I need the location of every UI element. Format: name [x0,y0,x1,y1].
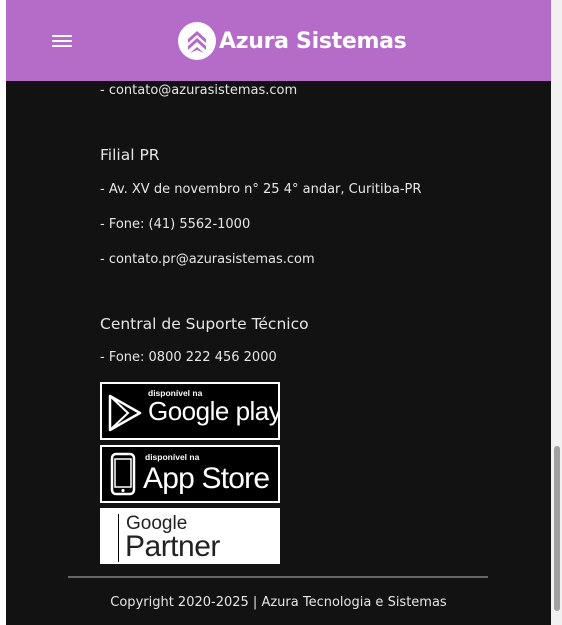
google-play-badge[interactable]: disponível na Google play [100,382,280,440]
support-title: Central de Suporte Técnico [100,315,309,333]
app-store-big-text: App Store [143,462,270,495]
footer-divider [68,576,488,578]
phone-icon [110,452,136,496]
partner-divider-line [118,514,119,562]
play-triangle-icon [108,394,142,432]
vertical-scrollbar[interactable] [551,0,562,625]
page: Azura Sistemas - contato@azurasistemas.c… [6,0,551,625]
google-partner-line2: Partner [125,530,220,563]
app-store-badge[interactable]: disponível na App Store [100,445,280,503]
branch-pr-title: Filial PR [100,146,160,164]
branch-pr-email[interactable]: - contato.pr@azurasistemas.com [100,252,315,267]
copyright-text: Copyright 2020-2025 | Azura Tecnologia e… [110,595,447,610]
menu-icon[interactable] [52,34,72,48]
azura-logo-icon [178,22,216,60]
support-phone: - Fone: 0800 222 456 2000 [100,350,277,365]
branch-pr-phone: - Fone: (41) 5562-1000 [100,217,251,232]
brand-name: Azura Sistemas [219,28,407,54]
app-store-small-text: disponível na [145,452,200,462]
scrollbar-thumb[interactable] [554,446,560,611]
top-navbar: Azura Sistemas [6,0,551,81]
google-play-big-text: Google play [148,396,280,426]
brand-logo-link[interactable]: Azura Sistemas [178,22,407,60]
google-partner-badge[interactable]: Google Partner [100,508,280,564]
branch-pr-address: - Av. XV de novembro n° 25 4° andar, Cur… [100,182,422,197]
main-email[interactable]: - contato@azurasistemas.com [100,83,297,98]
